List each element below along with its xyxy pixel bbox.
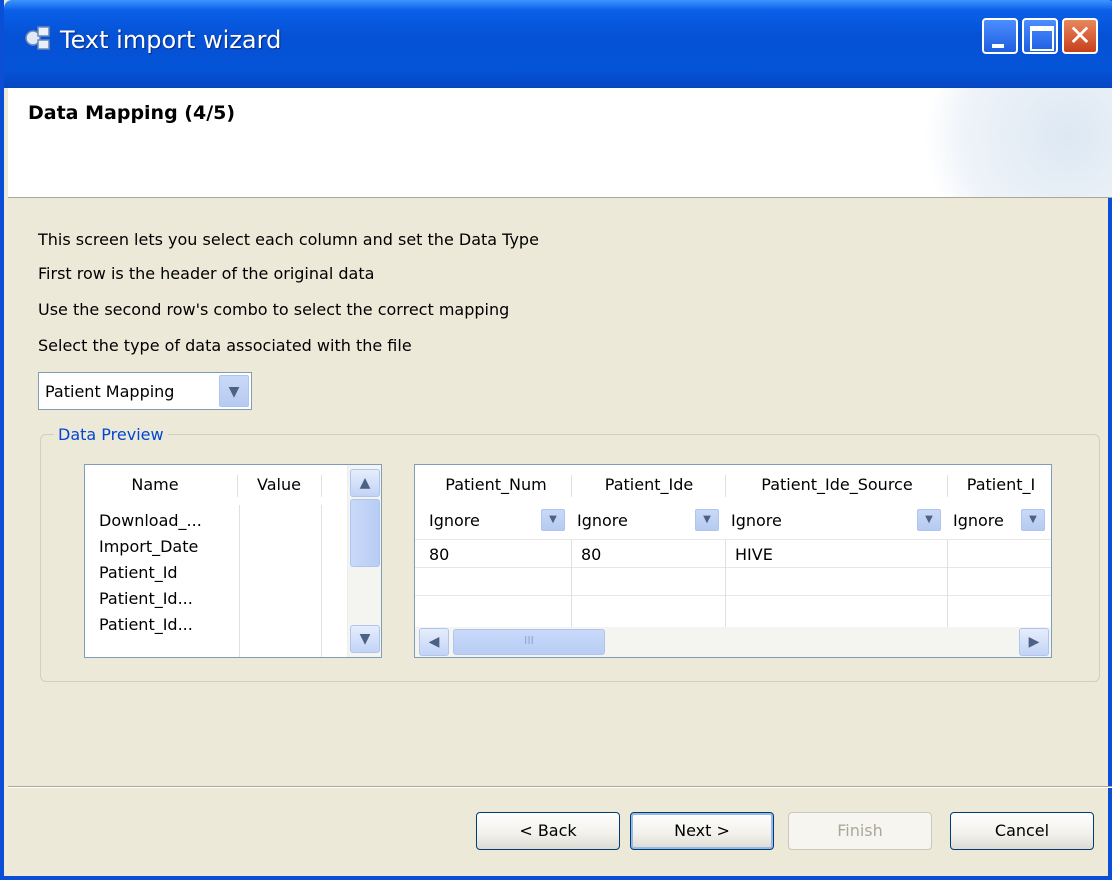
- scroll-up-icon[interactable]: ▲: [350, 469, 380, 497]
- next-button[interactable]: Next >: [630, 812, 774, 850]
- scroll-right-icon[interactable]: ▶: [1019, 628, 1049, 656]
- wizard-window: Text import wizard ✕ Data Mapping (4/5) …: [0, 0, 1112, 880]
- finish-button[interactable]: Finish: [788, 812, 932, 850]
- column-header[interactable]: Patient_I: [949, 475, 1051, 494]
- mapping-combo[interactable]: Ignore: [953, 511, 1015, 530]
- cancel-button[interactable]: Cancel: [950, 812, 1094, 850]
- list-item[interactable]: Patient_Id...: [99, 589, 237, 608]
- header-decoration: [912, 88, 1112, 197]
- page-title: Data Mapping (4/5): [28, 102, 236, 124]
- column-header[interactable]: Patient_Num: [421, 475, 571, 494]
- instruction-line: Use the second row's combo to select the…: [38, 300, 510, 319]
- chevron-down-icon[interactable]: ▼: [1021, 509, 1045, 531]
- mapping-combo[interactable]: Ignore: [429, 511, 539, 530]
- instruction-line: This screen lets you select each column …: [38, 230, 539, 249]
- minimize-button[interactable]: [982, 18, 1018, 54]
- button-separator: [8, 786, 1112, 788]
- scroll-thumb[interactable]: III: [453, 629, 605, 655]
- mapping-combo-row: Ignore ▼ Ignore ▼ Ignore ▼ Ignore ▼: [415, 505, 1051, 539]
- data-type-combo-value: Patient Mapping: [45, 382, 175, 401]
- list-item[interactable]: Import_Date: [99, 537, 237, 556]
- column-header-value[interactable]: Value: [239, 475, 319, 494]
- instruction-line: First row is the header of the original …: [38, 264, 375, 283]
- horizontal-scrollbar[interactable]: ◀ III ▶: [415, 627, 1051, 657]
- data-type-combo[interactable]: Patient Mapping ▼: [38, 372, 252, 410]
- window-title: Text import wizard: [60, 26, 282, 54]
- column-header[interactable]: Patient_Ide: [573, 475, 725, 494]
- table-cell: 80: [581, 545, 602, 564]
- mapping-combo[interactable]: Ignore: [731, 511, 911, 530]
- chevron-down-icon[interactable]: ▼: [541, 509, 565, 531]
- maximize-button[interactable]: [1022, 18, 1058, 54]
- chevron-down-icon[interactable]: ▼: [695, 509, 719, 531]
- name-value-table[interactable]: Name Value Download_... Import_Date Pati…: [84, 464, 382, 658]
- instruction-line: Select the type of data associated with …: [38, 336, 412, 355]
- data-preview-title: Data Preview: [54, 425, 168, 444]
- scroll-thumb[interactable]: [350, 499, 380, 567]
- close-icon: ✕: [1068, 19, 1092, 52]
- scroll-down-icon[interactable]: ▼: [350, 625, 380, 653]
- app-icon: [25, 26, 50, 50]
- mapping-combo[interactable]: Ignore: [577, 511, 687, 530]
- back-button[interactable]: < Back: [476, 812, 620, 850]
- close-button[interactable]: ✕: [1062, 18, 1098, 54]
- chevron-down-icon[interactable]: ▼: [219, 375, 249, 407]
- scroll-left-icon[interactable]: ◀: [419, 628, 449, 656]
- column-header-name[interactable]: Name: [95, 475, 215, 494]
- vertical-scrollbar[interactable]: ▲ ▼: [347, 465, 381, 657]
- chevron-down-icon[interactable]: ▼: [917, 509, 941, 531]
- column-header[interactable]: Patient_Ide_Source: [727, 475, 947, 494]
- mapping-table[interactable]: Patient_Num Patient_Ide Patient_Ide_Sour…: [414, 464, 1052, 658]
- list-item[interactable]: Patient_Id...: [99, 615, 237, 634]
- list-item[interactable]: Patient_Id: [99, 563, 237, 582]
- table-cell: 80: [429, 545, 450, 564]
- scroll-thumb-grip: III: [524, 634, 534, 647]
- table-cell: HIVE: [735, 545, 773, 564]
- title-bar[interactable]: Text import wizard ✕: [4, 0, 1112, 88]
- list-item[interactable]: Download_...: [99, 511, 237, 530]
